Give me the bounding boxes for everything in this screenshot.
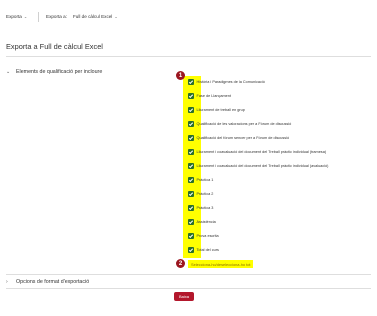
checkbox-checked-icon[interactable] <box>188 121 194 127</box>
chevron-down-icon: ⌄ <box>114 14 118 19</box>
export-format-dropdown[interactable]: Full de càlcul Excel ⌄ <box>73 14 118 19</box>
annotation-badge-1: 1 <box>176 71 185 80</box>
grade-item-checkbox[interactable]: Prova escrita <box>188 232 219 240</box>
grade-item-checkbox[interactable]: Lliurament i coavaluació del document de… <box>188 162 328 170</box>
grade-item-checkbox[interactable]: Qualificació del fòrum sencer per a Fòru… <box>188 134 289 142</box>
checkbox-checked-icon[interactable] <box>188 149 194 155</box>
topbar-divider <box>38 12 39 22</box>
checkbox-checked-icon[interactable] <box>188 191 194 197</box>
top-navigation-bar: Exporta ⌄ Exporta a: Full de càlcul Excel… <box>0 0 377 36</box>
chevron-down-icon: ⌄ <box>23 14 28 19</box>
checkbox-checked-icon[interactable] <box>188 93 194 99</box>
grade-item-checkbox[interactable]: Pràctica 3 <box>188 204 213 212</box>
divider <box>6 56 371 57</box>
export-as-label: Exporta a: <box>46 14 67 19</box>
chevron-down-icon: ⌄ <box>6 69 11 75</box>
grade-item-checkbox[interactable]: Pràctica 1 <box>188 176 213 184</box>
checkbox-checked-icon[interactable] <box>188 205 194 211</box>
checkbox-checked-icon[interactable] <box>188 79 194 85</box>
page-title: Exporta a Full de càlcul Excel <box>6 42 103 51</box>
grade-item-checkbox[interactable]: Fase de Llançament <box>188 92 231 100</box>
grade-item-checkbox[interactable]: Lliurament i coavaluació del document de… <box>188 148 326 156</box>
divider <box>6 288 371 289</box>
grade-item-checkbox[interactable]: Història i Paradigmes de la Comunicació <box>188 78 265 86</box>
grade-item-checkbox[interactable]: Assistència <box>188 218 216 226</box>
annotation-badge-2: 2 <box>176 259 185 268</box>
grade-item-checkbox[interactable]: Pràctica 2 <box>188 190 213 198</box>
checkbox-checked-icon[interactable] <box>188 177 194 183</box>
export-menu-dropdown[interactable]: Exporta ⌄ <box>6 14 27 19</box>
format-options-section-toggle[interactable]: › Opcions de format d'exportació <box>6 279 89 285</box>
checkbox-checked-icon[interactable] <box>188 233 194 239</box>
checkbox-checked-icon[interactable] <box>188 247 194 253</box>
grade-item-checkbox[interactable]: Lliurament de treball en grup <box>188 106 245 114</box>
grade-item-checkbox[interactable]: Total del curs <box>188 246 219 254</box>
grade-items-section-toggle[interactable]: ⌄ Elements de qualificació per incloure <box>6 69 102 75</box>
checkbox-checked-icon[interactable] <box>188 107 194 113</box>
export-format-value: Full de càlcul Excel <box>73 14 113 19</box>
checkbox-checked-icon[interactable] <box>188 163 194 169</box>
chevron-right-icon: › <box>6 279 8 285</box>
checkbox-checked-icon[interactable] <box>188 135 194 141</box>
divider <box>6 274 371 275</box>
download-button[interactable]: Baixa <box>174 292 194 301</box>
format-options-section-title: Opcions de format d'exportació <box>16 279 90 285</box>
grade-items-section-title: Elements de qualificació per incloure <box>16 69 103 75</box>
checkbox-checked-icon[interactable] <box>188 219 194 225</box>
grade-item-checkbox[interactable]: Qualificació de les valoracions per a Fò… <box>188 120 291 128</box>
export-menu-label: Exporta <box>6 14 22 19</box>
select-all-link[interactable]: Selecciona-ho/deselecciona-ho tot <box>188 260 254 268</box>
